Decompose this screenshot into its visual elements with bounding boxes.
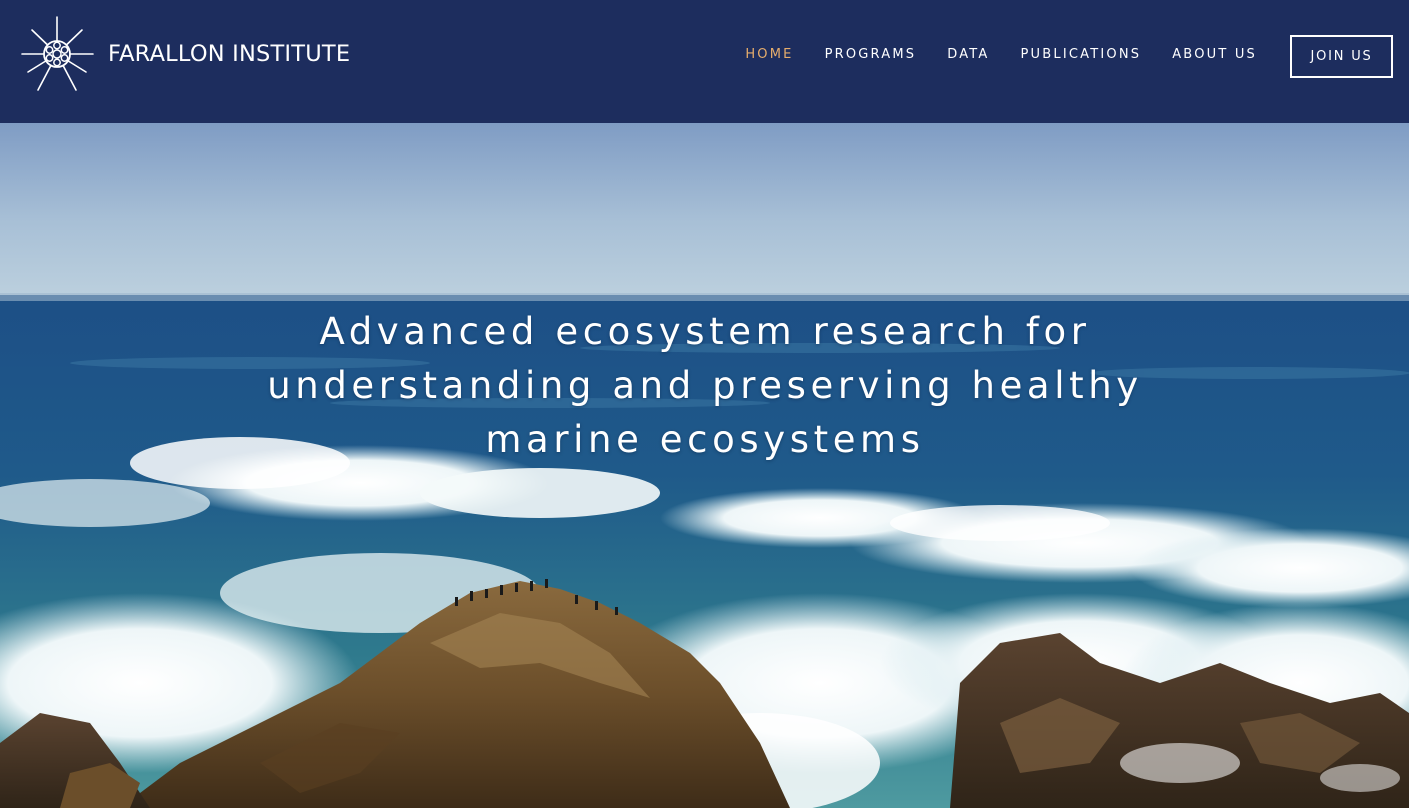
starburst-logo-icon [21,16,94,91]
hero-headline: Advanced ecosystem research for understa… [267,310,1143,461]
page: FARALLON INSTITUTE HOME PROGRAMS DATA PU… [0,0,1409,808]
logo-wordmark: FARALLON INSTITUTE [108,41,351,67]
site-header: FARALLON INSTITUTE HOME PROGRAMS DATA PU… [0,0,1409,123]
nav-item-home[interactable]: HOME [745,44,793,66]
nav-item-about-us[interactable]: ABOUT US [1172,44,1257,66]
nav-item-publications[interactable]: PUBLICATIONS [1021,44,1142,66]
main-navigation: HOME PROGRAMS DATA PUBLICATIONS ABOUT US [714,44,1257,66]
home-logo-link[interactable]: FARALLON INSTITUTE [18,16,350,92]
join-us-button[interactable]: JOIN US [1290,35,1393,78]
nav-item-data[interactable]: DATA [947,44,989,66]
nav-item-programs[interactable]: PROGRAMS [825,44,917,66]
hero-section: Advanced ecosystem research for understa… [0,123,1409,808]
